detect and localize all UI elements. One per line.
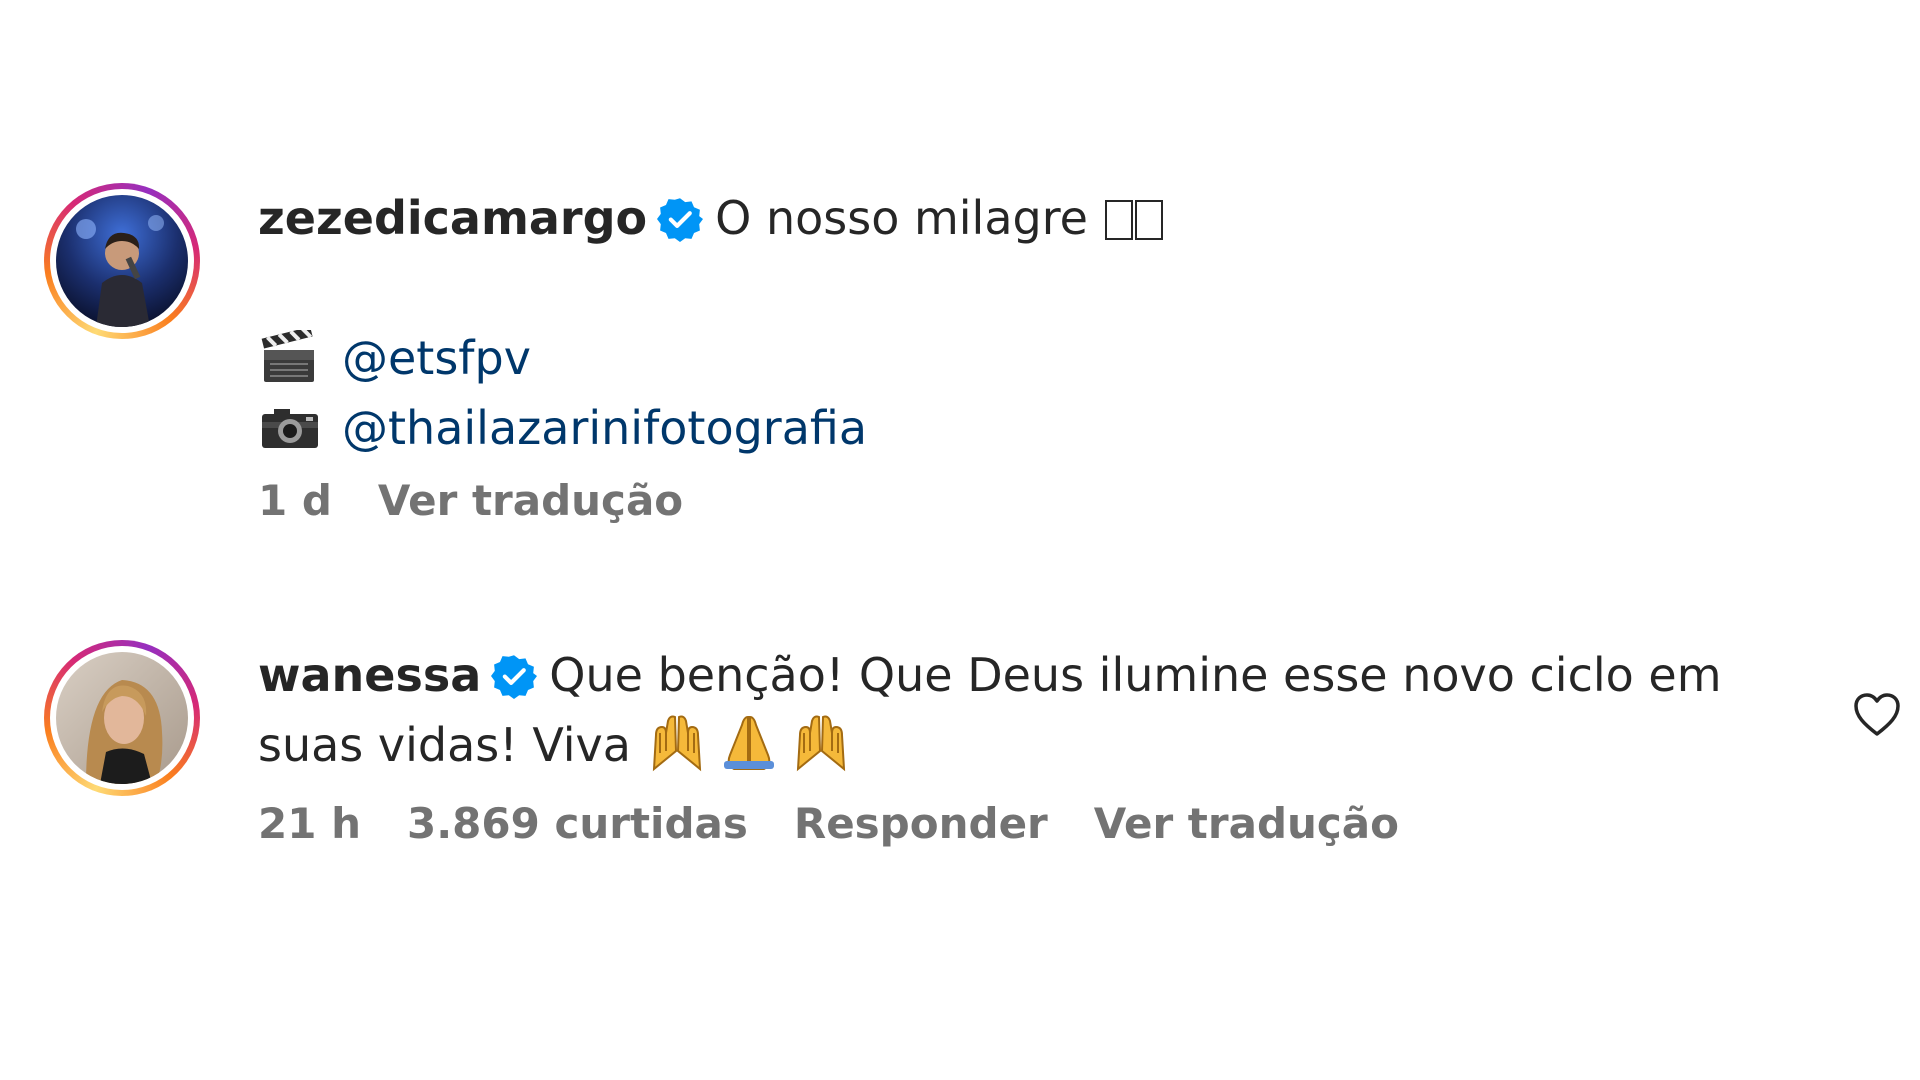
translate-link[interactable]: Ver tradução	[378, 476, 683, 525]
credit-row: @thailazarinifotografia	[258, 393, 1788, 463]
timestamp[interactable]: 21 h	[258, 799, 361, 848]
credit-row: @etsfpv	[258, 323, 1788, 393]
missing-glyph-icon	[1104, 200, 1133, 240]
comment-text: O nosso milagre	[715, 191, 1088, 245]
clapperboard-icon	[258, 330, 320, 384]
comment-text-row: zezedicamargo O nosso milagre	[258, 183, 1788, 253]
username[interactable]: wanessa	[258, 648, 481, 702]
username[interactable]: zezedicamargo	[258, 191, 647, 245]
likes-count[interactable]: 3.869 curtidas	[407, 799, 748, 848]
translate-link[interactable]: Ver tradução	[1094, 799, 1399, 848]
reply-button[interactable]: Responder	[794, 799, 1048, 848]
avatar[interactable]	[56, 195, 188, 327]
comment-text: suas vidas! Viva	[258, 718, 631, 772]
comment-text-row: wanessa Que benção! Que Deus ilumine ess…	[258, 640, 1788, 710]
avatar[interactable]	[56, 652, 188, 784]
raising-hands-icon	[646, 711, 708, 773]
verified-badge-icon	[657, 196, 704, 242]
mention-link[interactable]: @etsfpv	[342, 331, 531, 385]
avatar-story-ring[interactable]	[44, 183, 200, 339]
mention-link[interactable]: @thailazarinifotografia	[342, 401, 867, 455]
comment-meta: 1 d Ver tradução	[258, 471, 1788, 531]
verified-badge-icon	[491, 653, 538, 699]
raising-hands-icon	[790, 711, 852, 773]
timestamp[interactable]: 1 d	[258, 476, 332, 525]
comment-text-row: suas vidas! Viva	[258, 710, 1788, 780]
missing-glyph-icon	[1134, 200, 1163, 240]
avatar-story-ring[interactable]	[44, 640, 200, 796]
comment-text: Que benção! Que Deus ilumine esse novo c…	[549, 648, 1722, 702]
camera-icon	[258, 400, 320, 454]
folded-hands-icon	[718, 711, 780, 773]
comment-meta: 21 h 3.869 curtidas Responder Ver tradução	[258, 794, 1788, 854]
like-heart-icon[interactable]	[1852, 692, 1902, 738]
